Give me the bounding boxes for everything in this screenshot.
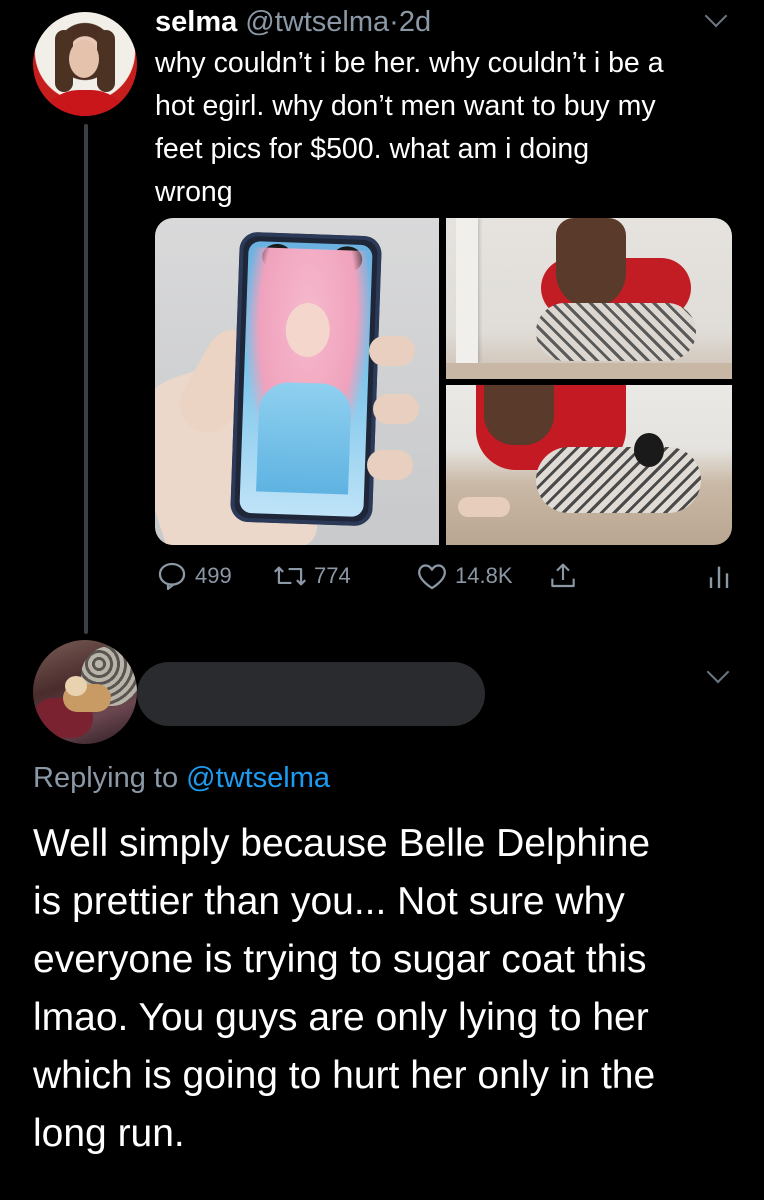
replying-to: Replying to @twtselma	[33, 760, 330, 796]
author-name[interactable]: selma	[155, 6, 237, 38]
phone-shape	[229, 231, 383, 527]
retweet-count: 774	[314, 563, 351, 588]
redacted-name-bar	[137, 662, 485, 726]
floor	[446, 363, 732, 379]
pants-shape	[536, 447, 701, 513]
wall-pillar	[456, 218, 478, 363]
replier-avatar[interactable]	[33, 640, 137, 744]
hair-shape	[484, 385, 554, 445]
dress-shape	[256, 381, 352, 495]
avatar-dog-face	[65, 676, 87, 696]
reply-text-line: lmao. You guys are only lying to her	[33, 996, 649, 1039]
hand-shape	[458, 497, 510, 517]
media-grid	[155, 218, 732, 545]
avatar-face	[69, 40, 99, 78]
thread-line	[84, 124, 88, 634]
media-image-floor[interactable]	[446, 385, 732, 545]
author-avatar[interactable]	[33, 12, 137, 116]
phone-screen	[239, 240, 373, 518]
reply-text-line: which is going to hurt her only in the	[33, 1054, 656, 1097]
reply-text-line: everyone is trying to sugar coat this	[33, 938, 647, 981]
reply-text-line: Well simply because Belle Delphine	[33, 822, 651, 865]
post-age[interactable]: 2d	[399, 6, 431, 38]
hair-shape	[556, 218, 626, 308]
chevron-down-icon[interactable]	[706, 660, 730, 684]
bar-chart-icon	[709, 566, 729, 588]
reply-button[interactable]: 499	[155, 556, 232, 596]
like-button[interactable]: 14.8K	[415, 556, 513, 596]
tweet-text: why couldn’t i be her. why couldn’t i be…	[155, 42, 745, 214]
finger-shape	[373, 394, 419, 424]
scrunchie-shape	[634, 433, 664, 467]
tweet-text-line: feet pics for $500. what am i doing	[155, 133, 590, 165]
media-image-sitting[interactable]	[446, 218, 732, 379]
reply-text-line: is prettier than you... Not sure why	[33, 880, 625, 923]
tweet-text-line: hot egirl. why don’t men want to buy my	[155, 90, 656, 122]
speech-bubble-icon	[158, 562, 186, 591]
tweet-text-line: why couldn’t i be her. why couldn’t i be…	[155, 47, 664, 79]
retweet-arrows-icon	[273, 566, 307, 586]
heart-icon	[418, 564, 446, 590]
tweet-actions: 499 774 14.8K	[155, 556, 745, 596]
tweet-header: selma @twtselma·2d	[155, 4, 431, 40]
replying-handle-link[interactable]: @twtselma	[186, 762, 330, 794]
like-count: 14.8K	[455, 563, 513, 588]
reply-text: Well simply because Belle Delphine is pr…	[33, 815, 753, 1163]
media-image-phone[interactable]	[155, 218, 439, 545]
share-arrow-icon	[551, 563, 575, 588]
chevron-down-icon[interactable]	[704, 4, 728, 28]
reply-text-line: long run.	[33, 1112, 185, 1155]
tweet-text-line: wrong	[155, 176, 233, 208]
avatar-shirt	[39, 90, 131, 116]
avatar-hair	[97, 30, 115, 92]
finger-shape	[367, 450, 413, 480]
share-button[interactable]	[547, 556, 579, 596]
reply-count: 499	[195, 563, 232, 588]
header-separator: ·	[389, 6, 399, 38]
retweet-button[interactable]: 774	[272, 556, 351, 596]
finger-shape	[369, 336, 415, 366]
replying-label: Replying to	[33, 762, 179, 794]
author-handle[interactable]: @twtselma	[245, 6, 389, 38]
pants-shape	[536, 303, 696, 361]
analytics-button[interactable]	[707, 556, 731, 596]
